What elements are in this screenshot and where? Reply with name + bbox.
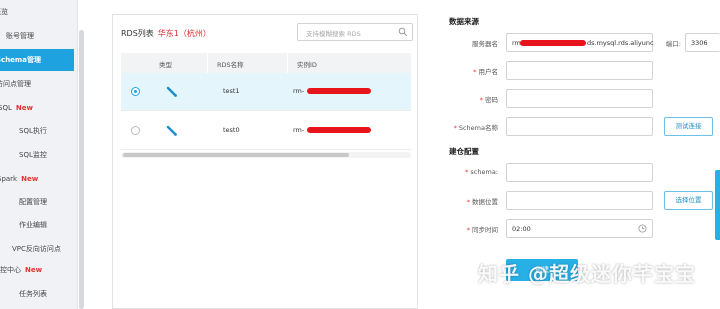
sidebar-item-accounts[interactable]: 账号管理 — [0, 25, 78, 47]
username-input[interactable] — [506, 61, 653, 80]
service-name-label: 服务器名 — [472, 40, 498, 48]
table-row[interactable]: test0 rm- — [121, 112, 411, 150]
database-type-icon — [166, 125, 177, 136]
data-location-label: * 数据位置 — [466, 198, 498, 206]
new-badge: New — [21, 175, 39, 183]
port-label: 端口: — [665, 40, 681, 48]
row-radio[interactable] — [131, 126, 140, 135]
column-divider — [287, 53, 288, 73]
redaction-mark — [307, 127, 371, 133]
rds-search-input[interactable]: 支持模糊搜索 RDS — [297, 23, 413, 41]
database-type-icon — [166, 86, 177, 97]
schema-name-input[interactable] — [506, 117, 653, 136]
sidebar-item-sql-exec[interactable]: SQL执行 — [0, 120, 78, 142]
new-badge: New — [25, 266, 43, 274]
rds-name-cell: test1 — [223, 87, 240, 95]
password-input[interactable] — [506, 89, 653, 108]
new-badge: New — [15, 104, 33, 112]
port-input[interactable]: 3306 — [685, 33, 720, 52]
col-rds-name: RDS名称 — [217, 61, 244, 69]
sidebar-item-vpc[interactable]: VPC反向访问点 — [0, 238, 78, 260]
sidebar-item-job-edit[interactable]: 作业编辑 — [0, 214, 78, 236]
section-build-config: 建仓配置 — [449, 147, 479, 156]
sync-time-label: * 同步时间 — [466, 226, 498, 234]
section-data-source: 数据来源 — [449, 17, 479, 26]
sidebar-item-config[interactable]: 配置管理 — [0, 191, 78, 213]
sidebar-item-access-points[interactable]: 访问点管理 — [0, 73, 74, 95]
sync-time-input[interactable]: 02:00 — [506, 219, 653, 238]
rds-list-panel: RDS列表 华东1（杭州） 支持模糊搜索 RDS 类型 RDS名称 实例ID te… — [112, 14, 418, 309]
password-label: * 密码 — [479, 96, 498, 104]
choose-location-button[interactable]: 选择位置 — [664, 191, 713, 210]
schema-input[interactable] — [506, 163, 653, 182]
instance-id-cell: rm- — [293, 126, 305, 134]
column-divider — [207, 53, 208, 73]
data-location-input[interactable] — [506, 191, 653, 210]
region-label[interactable]: 华东1（杭州） — [158, 29, 211, 38]
sidebar-item-schema[interactable]: Schema管理 — [0, 49, 74, 71]
redaction-mark — [520, 40, 586, 46]
scrollbar-thumb[interactable] — [123, 153, 349, 157]
table-horizontal-scrollbar[interactable] — [121, 152, 411, 158]
sidebar-item-monitor-center[interactable]: 监控中心New — [0, 259, 71, 281]
sidebar-scrollbar[interactable] — [79, 30, 84, 309]
username-label: * 用户名 — [473, 68, 498, 76]
side-feedback-tab[interactable] — [715, 170, 720, 240]
sidebar-item-tasks[interactable]: 任务列表 — [0, 283, 78, 305]
instance-id-cell: rm- — [293, 87, 305, 95]
search-icon[interactable] — [398, 27, 408, 37]
rds-list-title: RDS列表 华东1（杭州） — [121, 29, 211, 38]
sidebar-item-spark[interactable]: SparkNew — [0, 168, 75, 190]
sidebar-item-overview[interactable]: 概览 — [0, 1, 72, 23]
sidebar-item-sql-monitor[interactable]: SQL监控 — [0, 144, 78, 166]
search-placeholder: 支持模糊搜索 RDS — [306, 30, 361, 38]
rds-name-cell: test0 — [223, 126, 240, 134]
schema-name-label: * Schema名称 — [453, 124, 498, 132]
col-instance-id: 实例ID — [297, 61, 317, 69]
table-header: 类型 RDS名称 实例ID — [121, 53, 411, 73]
row-radio[interactable] — [131, 87, 140, 96]
table-row[interactable]: test1 rm- — [121, 73, 411, 111]
sidebar: 概览 账号管理 Schema管理 访问点管理 SQLNew SQL执行 SQL监… — [0, 0, 78, 309]
redaction-mark — [307, 88, 371, 94]
test-connection-button[interactable]: 测试连接 — [664, 117, 713, 136]
clock-icon[interactable] — [638, 224, 647, 233]
sidebar-item-sql[interactable]: SQL New — [0, 97, 76, 119]
watermark-text: 知乎 @超级迷你芊宝宝 — [478, 262, 696, 286]
schema-label: * schema: — [465, 168, 498, 176]
col-type: 类型 — [159, 61, 172, 69]
